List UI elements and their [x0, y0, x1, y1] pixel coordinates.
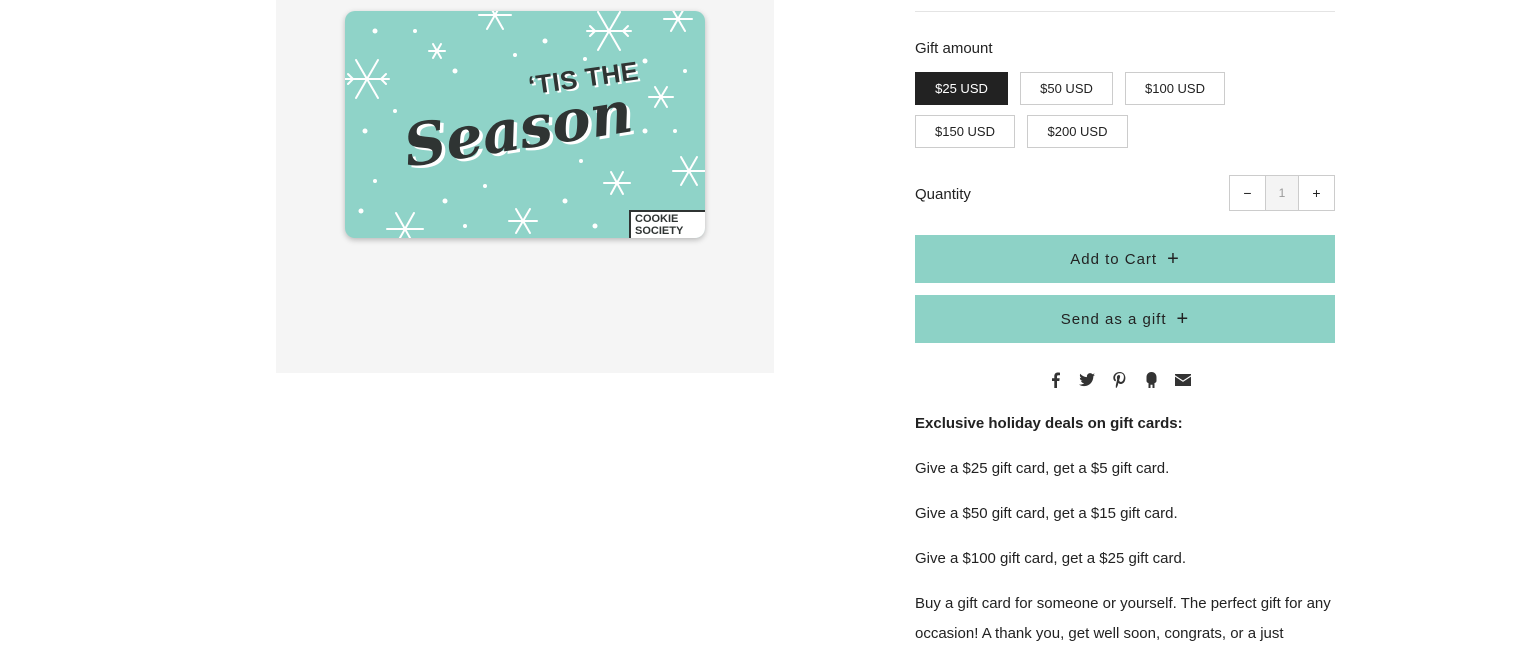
amount-option-50[interactable]: $50 USD [1020, 72, 1113, 105]
product-image-panel: ‘TIS THE Season COOKIE SOCIETY [276, 0, 774, 373]
amount-option-150[interactable]: $150 USD [915, 115, 1015, 148]
gift-card-image[interactable]: ‘TIS THE Season COOKIE SOCIETY [345, 11, 705, 238]
send-as-gift-button[interactable]: Send as a gift + [915, 295, 1335, 343]
pinterest-icon[interactable] [1110, 370, 1128, 390]
amount-option-100[interactable]: $100 USD [1125, 72, 1225, 105]
plus-icon: + [1176, 308, 1190, 330]
gift-amount-label: Gift amount [915, 40, 993, 57]
deal-line-2: Give a $50 gift card, get a $15 gift car… [915, 505, 1178, 522]
plus-icon: + [1167, 248, 1180, 270]
send-as-gift-label: Send as a gift [1060, 310, 1167, 328]
quantity-increment-button[interactable]: + [1299, 176, 1334, 210]
amount-option-200[interactable]: $200 USD [1027, 115, 1128, 148]
share-buttons [1046, 368, 1206, 392]
product-page: ‘TIS THE Season COOKIE SOCIETY Gift amou… [0, 0, 1530, 651]
amount-option-25[interactable]: $25 USD [915, 72, 1008, 105]
quantity-stepper: − + [1229, 175, 1335, 211]
quantity-decrement-button[interactable]: − [1230, 176, 1265, 210]
description-paragraph: Buy a gift card for someone or yourself.… [915, 595, 1331, 642]
facebook-icon[interactable] [1046, 370, 1064, 390]
add-to-cart-label: Add to Cart [1070, 250, 1158, 268]
email-icon[interactable] [1174, 370, 1192, 390]
deal-line-3: Give a $100 gift card, get a $25 gift ca… [915, 550, 1186, 567]
brand-logo: COOKIE SOCIETY [629, 210, 705, 238]
divider [915, 11, 1335, 12]
description-heading: Exclusive holiday deals on gift cards: [915, 415, 1183, 432]
quantity-input[interactable] [1265, 176, 1299, 210]
quantity-label: Quantity [915, 186, 971, 203]
twitter-icon[interactable] [1078, 370, 1096, 390]
add-to-cart-button[interactable]: Add to Cart + [915, 235, 1335, 283]
deal-line-1: Give a $25 gift card, get a $5 gift card… [915, 460, 1170, 477]
fancy-icon[interactable] [1142, 370, 1160, 390]
